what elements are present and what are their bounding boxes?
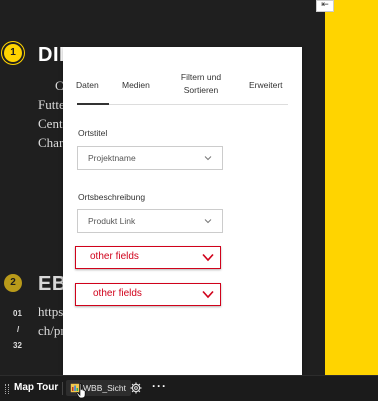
collapse-button[interactable]: ⇤ [316,0,334,12]
tab-active-indicator [77,103,109,105]
app-window: 1 DIE C Futte Cent Char 2 EBI https ch/p… [0,0,378,401]
chevron-down-icon [204,219,212,224]
tab-daten[interactable]: Daten [76,79,99,92]
ortsbeschreibung-label: Ortsbeschreibung [78,192,146,202]
other-fields-select-1[interactable]: other fields [75,246,221,269]
story-title: Map Tour [14,382,59,393]
step-2-line-1: https [38,304,64,319]
tab-bar: Daten Medien Filtern und Sortieren Erwei… [63,47,302,105]
ortstitel-select[interactable]: Projektname [77,146,223,170]
chevron-down-icon [202,290,214,299]
toolbar-divider [62,382,63,395]
drag-handle-icon[interactable] [5,384,9,394]
counter-separator: / [17,325,20,334]
ortstitel-label: Ortstitel [78,128,108,138]
bottom-toolbar: Map Tour WBB_Sicht ··· [0,375,378,401]
chevron-down-icon [202,253,214,262]
other-fields-label-1: other fields [90,251,139,262]
tab-medien[interactable]: Medien [122,79,150,92]
hand-cursor-icon [76,383,86,399]
tab-erweitert[interactable]: Erweitert [249,79,283,92]
step-1-badge[interactable]: 1 [4,44,22,62]
step-1-line-4: Char [38,135,64,150]
ortsbeschreibung-select[interactable]: Produkt Link [77,209,223,233]
ortsbeschreibung-value: Produkt Link [88,216,136,226]
step-2-badge[interactable]: 2 [4,274,22,292]
counter-current: 01 [13,309,22,318]
step-1-line-2: Futte [38,97,65,112]
ortstitel-value: Projektname [88,153,136,163]
arrow-left-icon: ⇤ [321,0,329,10]
gear-icon[interactable] [130,382,142,394]
accent-sidebar [325,0,378,375]
other-fields-select-2[interactable]: other fields [75,283,221,306]
counter-total: 32 [13,341,22,350]
more-options-button[interactable]: ··· [152,379,167,393]
step-2-line-2: ch/pr [38,323,65,338]
field-mapping-panel: Daten Medien Filtern und Sortieren Erwei… [63,47,302,375]
chevron-down-icon [204,156,212,161]
other-fields-label-2: other fields [93,288,142,299]
tab-filtern-sortieren[interactable]: Filtern und Sortieren [175,71,227,97]
layer-name: WBB_Sicht [83,383,126,393]
step-1-line-3: Cent [38,116,63,131]
